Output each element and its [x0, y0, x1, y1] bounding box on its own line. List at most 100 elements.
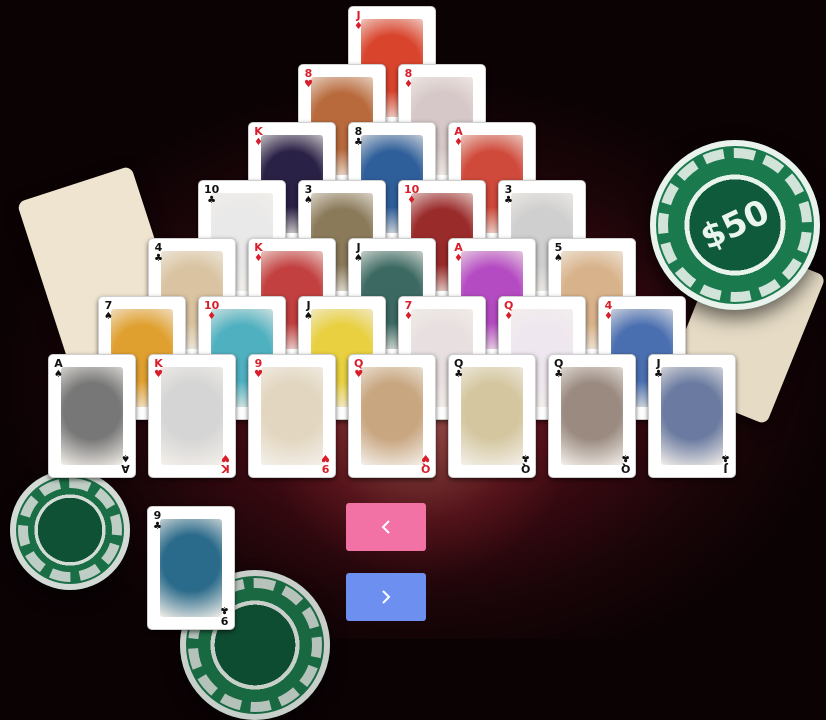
card-suit: ♦: [404, 79, 413, 90]
card-corner-top: A ♦: [454, 242, 463, 264]
card-suit: ♦: [354, 21, 363, 32]
playing-card[interactable]: K ♥ K ♥: [148, 354, 236, 478]
card-corner-top: 8 ♣: [354, 126, 363, 148]
card-suit: ♠: [304, 311, 313, 322]
card-corner-top: 3 ♣: [504, 184, 513, 206]
card-corner-top: A ♦: [454, 126, 463, 148]
card-suit: ♥: [354, 369, 364, 380]
card-corner-top: K ♦: [254, 126, 263, 148]
card-artwork: [161, 367, 223, 465]
card-corner-top: Q ♣: [454, 358, 463, 380]
card-suit: ♣: [721, 452, 730, 463]
card-suit: ♣: [554, 369, 564, 380]
card-suit: ♣: [620, 452, 630, 463]
card-artwork: [160, 519, 222, 617]
card-artwork: [561, 367, 623, 465]
card-corner-bottom: K ♥: [221, 452, 230, 475]
card-corner-top: 4 ♦: [604, 300, 613, 322]
card-suit: ♣: [520, 452, 530, 463]
card-suit: ♣: [504, 195, 513, 206]
chevron-left-icon: [381, 520, 390, 534]
card-suit: ♦: [604, 311, 613, 322]
card-suit: ♦: [454, 137, 463, 148]
card-suit: ♦: [207, 311, 217, 322]
card-corner-top: 4 ♣: [154, 242, 163, 264]
card-suit: ♥: [304, 79, 313, 90]
card-corner-bottom: Q ♣: [620, 452, 630, 475]
card-corner-top: J ♠: [304, 300, 313, 322]
playing-card[interactable]: 9 ♥ 9 ♥: [248, 354, 336, 478]
card-rank: Q: [520, 462, 530, 475]
card-corner-top: Q ♣: [554, 358, 563, 380]
card-suit: ♦: [254, 253, 263, 264]
card-suit: ♥: [321, 452, 330, 463]
card-suit: ♠: [354, 253, 363, 264]
playing-card[interactable]: Q ♣ Q ♣: [548, 354, 636, 478]
playing-card[interactable]: Q ♥ Q ♥: [348, 354, 436, 478]
card-suit: ♣: [207, 195, 217, 206]
card-rank: 9: [321, 462, 330, 475]
card-rank: 9: [220, 614, 229, 627]
card-corner-top: 3 ♠: [304, 184, 313, 206]
card-corner-top: J ♣: [654, 358, 663, 380]
card-corner-top: 9 ♣: [153, 510, 162, 532]
previous-button[interactable]: [346, 503, 426, 551]
playing-card[interactable]: A ♠ A ♠: [48, 354, 136, 478]
card-corner-top: Q ♥: [354, 358, 363, 380]
card-corner-top: K ♥: [154, 358, 163, 380]
card-suit: ♦: [254, 137, 263, 148]
card-corner-bottom: 9 ♥: [321, 452, 330, 475]
card-suit: ♠: [554, 253, 563, 264]
card-suit: ♣: [153, 521, 162, 532]
card-corner-bottom: Q ♣: [520, 452, 530, 475]
card-corner-bottom: J ♣: [721, 452, 730, 475]
card-suit: ♦: [404, 311, 413, 322]
card-rank: Q: [620, 462, 630, 475]
card-corner-bottom: Q ♥: [420, 452, 430, 475]
card-suit: ♠: [304, 195, 313, 206]
card-corner-top: 8 ♥: [304, 68, 313, 90]
chevron-right-icon: [382, 590, 391, 604]
card-suit: ♣: [454, 369, 464, 380]
card-corner-top: 10 ♦: [204, 300, 219, 322]
card-corner-top: Q ♦: [504, 300, 513, 322]
card-suit: ♦: [504, 311, 514, 322]
card-rank: K: [221, 462, 230, 475]
card-corner-top: J ♦: [354, 10, 363, 32]
card-suit: ♠: [121, 452, 130, 463]
card-rank: J: [723, 462, 728, 475]
casino-chip: $50: [650, 140, 820, 310]
card-corner-top: 5 ♠: [554, 242, 563, 264]
card-corner-top: 8 ♦: [404, 68, 413, 90]
card-rank: A: [121, 462, 130, 475]
playing-card[interactable]: J ♣ J ♣: [648, 354, 736, 478]
card-suit: ♣: [220, 604, 229, 615]
card-artwork: [661, 367, 723, 465]
card-suit: ♥: [420, 452, 430, 463]
card-corner-bottom: 9 ♣: [220, 604, 229, 627]
card-corner-top: 10 ♦: [404, 184, 419, 206]
card-suit: ♦: [454, 253, 463, 264]
card-artwork: [361, 367, 423, 465]
card-corner-top: 9 ♥: [254, 358, 263, 380]
card-corner-bottom: A ♠: [121, 452, 130, 475]
card-artwork: [61, 367, 123, 465]
card-suit: ♣: [354, 137, 363, 148]
casino-chip-small: [10, 470, 130, 590]
card-suit: ♥: [221, 452, 230, 463]
card-suit: ♥: [154, 369, 163, 380]
playing-card[interactable]: Q ♣ Q ♣: [448, 354, 536, 478]
card-corner-top: J ♠: [354, 242, 363, 264]
card-artwork: [461, 367, 523, 465]
card-suit: ♥: [254, 369, 263, 380]
card-rank: Q: [420, 462, 430, 475]
card-suit: ♦: [407, 195, 417, 206]
next-button[interactable]: [346, 573, 426, 621]
chip-value: $50: [694, 191, 776, 259]
card-corner-top: K ♦: [254, 242, 263, 264]
card-suit: ♠: [104, 311, 113, 322]
waste-card[interactable]: 9 ♣ 9 ♣: [147, 506, 235, 630]
card-corner-top: 7 ♠: [104, 300, 113, 322]
card-suit: ♣: [154, 253, 163, 264]
card-corner-top: A ♠: [54, 358, 63, 380]
